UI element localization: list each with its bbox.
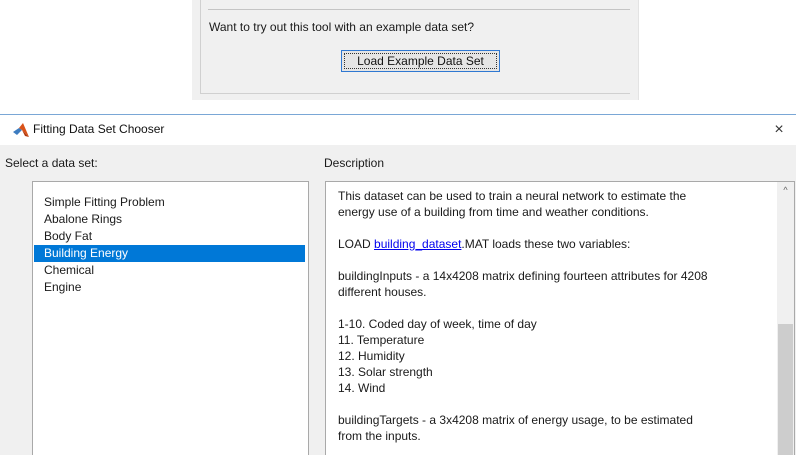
panel-top-divider (208, 9, 630, 10)
list-item-building-energy[interactable]: Building Energy (34, 245, 305, 262)
example-prompt-text: Want to try out this tool with an exampl… (209, 20, 475, 34)
load-prefix: LOAD (338, 237, 375, 251)
panel-left-border (200, 0, 201, 93)
description-targets: buildingTargets - a 3x4208 matrix of ene… (338, 413, 693, 443)
description-text: This dataset can be used to train a neur… (338, 188, 768, 455)
data-set-list[interactable]: Simple Fitting Problem Abalone Rings Bod… (32, 181, 309, 455)
description-label: Description (324, 156, 385, 170)
load-example-button-label: Load Example Data Set (344, 53, 497, 69)
list-item-abalone-rings[interactable]: Abalone Rings (34, 211, 305, 228)
load-example-data-set-button[interactable]: Load Example Data Set (341, 50, 500, 72)
dialog-title: Fitting Data Set Chooser (33, 122, 165, 136)
description-attributes: 1-10. Coded day of week, time of day 11.… (338, 317, 537, 395)
select-data-set-label: Select a data set: (5, 156, 98, 170)
close-icon[interactable]: × (768, 119, 790, 141)
list-item-chemical[interactable]: Chemical (34, 262, 305, 279)
scrollbar-thumb[interactable] (778, 324, 793, 455)
example-data-panel: Want to try out this tool with an exampl… (192, 0, 639, 100)
title-bar: Fitting Data Set Chooser × (0, 115, 796, 145)
description-scrollbar[interactable]: ^ (777, 182, 794, 455)
description-box: This dataset can be used to train a neur… (325, 181, 795, 455)
list-item-engine[interactable]: Engine (34, 279, 305, 296)
panel-bottom-border (200, 93, 630, 94)
list-item-body-fat[interactable]: Body Fat (34, 228, 305, 245)
description-load-line: LOAD building_dataset.MAT loads these tw… (338, 236, 768, 252)
matlab-logo-icon (13, 123, 29, 137)
fitting-data-set-chooser-dialog: Fitting Data Set Chooser × Select a data… (0, 114, 796, 455)
description-intro: This dataset can be used to train a neur… (338, 189, 687, 219)
building-dataset-link[interactable]: building_dataset (374, 237, 461, 251)
scroll-up-icon[interactable]: ^ (777, 182, 794, 199)
load-suffix: .MAT loads these two variables: (461, 237, 631, 251)
description-inputs: buildingInputs - a 14x4208 matrix defini… (338, 269, 708, 299)
list-item-simple-fitting-problem[interactable]: Simple Fitting Problem (34, 194, 305, 211)
